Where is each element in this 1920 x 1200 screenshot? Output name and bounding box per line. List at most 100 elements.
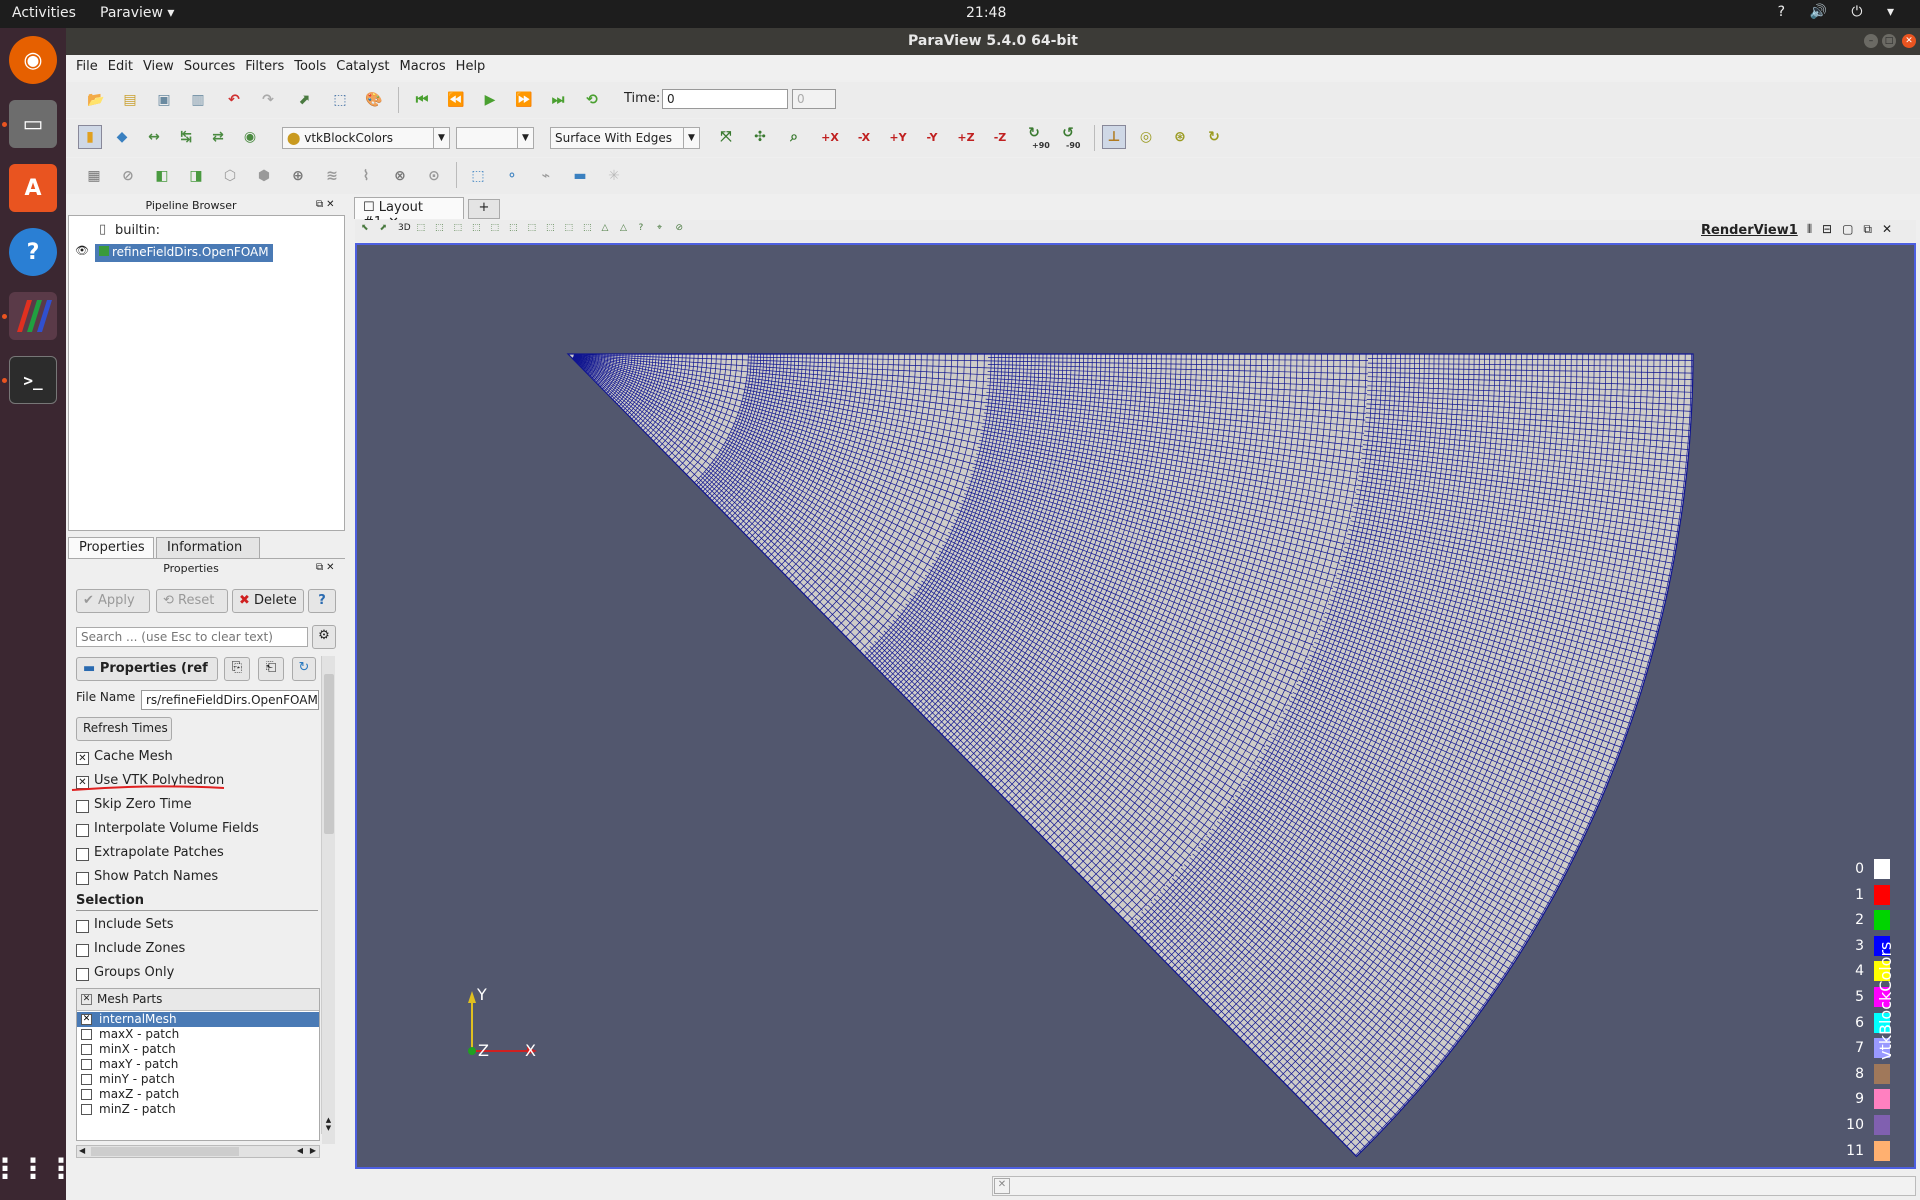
reset-camera-icon[interactable]: ⤧ — [714, 125, 738, 149]
color-by-select[interactable]: ⬤ vtkBlockColors ▼ — [282, 127, 450, 149]
redo-icon[interactable]: ↷ — [256, 88, 280, 112]
system-tray[interactable]: ? 🔊 ⏻ ▾ — [1778, 4, 1904, 20]
loop-icon[interactable]: ⟲ — [580, 88, 604, 112]
terminal-icon[interactable]: >_ — [9, 356, 57, 404]
checkbox-skip-zero-time[interactable] — [76, 800, 89, 813]
edit-colormap-icon[interactable]: ◆ — [110, 125, 134, 149]
activities-button[interactable]: Activities — [12, 5, 76, 21]
minimize-icon[interactable]: – — [1864, 34, 1878, 48]
list-item[interactable]: minX - patch — [77, 1042, 319, 1057]
view-minus-x-icon[interactable]: -X — [852, 125, 876, 149]
reset-button[interactable]: ⟲ Reset — [156, 589, 228, 613]
extract-subset-icon[interactable]: ⬢ — [252, 164, 276, 188]
checkbox-groups-only[interactable] — [76, 968, 89, 981]
undo-icon[interactable]: ↶ — [222, 88, 246, 112]
tab-information[interactable]: Information — [156, 537, 260, 558]
rescale-range-icon[interactable]: ↔ — [142, 125, 166, 149]
save-data-icon[interactable]: ▣ — [152, 88, 176, 112]
contour-icon[interactable]: ⊘ — [116, 164, 140, 188]
toggle-interaction-icon[interactable]: ⬈ — [380, 223, 388, 233]
menu-help[interactable]: Help — [446, 55, 486, 74]
tab-properties[interactable]: Properties — [68, 537, 154, 558]
header-checkbox[interactable]: ✕ — [81, 994, 92, 1005]
help-button[interactable]: ? — [308, 589, 336, 613]
checkbox-include-sets[interactable] — [76, 920, 89, 933]
select-cells-icon[interactable]: ⬚ — [466, 164, 490, 188]
paraview-icon[interactable] — [9, 292, 57, 340]
render-view[interactable]: Y Z X — [355, 243, 1916, 1169]
clear-selection-icon[interactable]: ⌖ — [657, 223, 662, 233]
hover-cells-icon[interactable]: ⬚ — [565, 223, 574, 233]
show-center-icon[interactable]: ◎ — [1134, 125, 1158, 149]
mesh-part-checkbox[interactable] — [81, 1089, 92, 1100]
reset-camera-icon[interactable]: ⬉ — [361, 223, 369, 233]
time-step-spinbox[interactable]: 0 — [792, 89, 836, 109]
connect-icon[interactable]: ⬈ — [292, 88, 316, 112]
reload-icon[interactable]: ↻ — [292, 657, 316, 681]
file-name-field[interactable]: rs/refineFieldDirs.OpenFOAM — [141, 690, 319, 710]
calculator-icon[interactable]: ▦ — [82, 164, 106, 188]
play-icon[interactable]: ▶ — [478, 88, 502, 112]
menu-filters[interactable]: Filters — [235, 55, 284, 74]
scroll-right-icon[interactable]: ▶ — [310, 1146, 316, 1155]
list-item[interactable]: maxZ - patch — [77, 1087, 319, 1102]
menu-tools[interactable]: Tools — [284, 55, 326, 74]
reset-center-icon[interactable]: ⊛ — [1168, 125, 1192, 149]
settings-gear-icon[interactable]: ⚙ — [312, 625, 336, 649]
apply-button[interactable]: ✔ Apply — [76, 589, 150, 613]
list-item[interactable]: maxX - patch — [77, 1027, 319, 1042]
first-frame-icon[interactable]: ⏮ — [410, 88, 434, 112]
checkbox-extrapolate-patches[interactable] — [76, 848, 89, 861]
view-plus-z-icon[interactable]: +Z — [954, 125, 978, 149]
pipeline-root[interactable]: builtin: — [115, 223, 160, 238]
mesh-parts-scrollbar[interactable]: ▲ ▼ — [322, 1116, 335, 1144]
pick-center-icon[interactable]: ↻ — [1202, 125, 1226, 149]
close-icon[interactable]: ✕ — [1902, 34, 1916, 48]
select-cells-through-icon[interactable]: ⬚ — [454, 223, 463, 233]
files-icon[interactable]: ▭ — [9, 100, 57, 148]
grow-selection-icon[interactable]: △ — [620, 223, 627, 233]
search-input[interactable] — [76, 627, 308, 647]
scroll-left-icon-2[interactable]: ◀ — [297, 1146, 303, 1155]
palette-icon[interactable]: 🎨 — [362, 88, 386, 112]
extract-level-icon[interactable]: ⊙ — [422, 164, 446, 188]
threshold-icon[interactable]: ⬡ — [218, 164, 242, 188]
plot-selection-icon[interactable]: ⌁ — [534, 164, 558, 188]
hover-points-icon[interactable]: ⬚ — [546, 223, 555, 233]
view-plus-y-icon[interactable]: +Y — [886, 125, 910, 149]
menu-file[interactable]: File — [66, 55, 98, 74]
horizontal-scrollbar[interactable]: ◀ ◀ ▶ — [76, 1145, 320, 1158]
help-icon[interactable]: ? — [9, 228, 57, 276]
delete-button[interactable]: ✖ Delete — [232, 589, 304, 613]
properties-dock-buttons[interactable]: ⧉✕ — [316, 562, 338, 573]
rescale-temporal-icon[interactable]: ⇄ — [206, 125, 230, 149]
toggle-color-legend-icon[interactable]: ▮ — [78, 125, 102, 149]
zoom-to-data-icon[interactable]: ✣ — [748, 125, 772, 149]
paste-properties-icon[interactable]: ⎗ — [258, 657, 284, 681]
list-item[interactable]: ✕ internalMesh — [77, 1012, 319, 1027]
view-plus-x-icon[interactable]: +X — [818, 125, 842, 149]
menu-view[interactable]: View — [133, 55, 174, 74]
stream-tracer-icon[interactable]: ≋ — [320, 164, 344, 188]
mesh-part-checkbox[interactable] — [81, 1044, 92, 1055]
show-apps-icon[interactable]: ⋮⋮⋮ — [0, 1144, 75, 1192]
rescale-visible-icon[interactable]: ◉ — [238, 125, 262, 149]
mesh-parts-header[interactable]: ✕ Mesh Parts — [77, 989, 319, 1011]
disconnect-icon[interactable]: ⬚ — [328, 88, 352, 112]
software-center-icon[interactable]: A — [9, 164, 57, 212]
checkbox-cache-mesh[interactable]: ✕ — [76, 752, 89, 765]
component-select[interactable]: ▼ — [456, 127, 534, 149]
mesh-part-checkbox[interactable]: ✕ — [81, 1014, 92, 1025]
select-polygon-cells-icon[interactable]: ⬚ — [583, 223, 592, 233]
representation-select[interactable]: Surface With Edges ▼ — [550, 127, 700, 149]
save-state-icon[interactable]: ▥ — [186, 88, 210, 112]
open-icon[interactable]: 📂 — [84, 88, 108, 112]
scrollbar-thumb[interactable] — [324, 674, 334, 834]
slice-icon[interactable]: ◨ — [184, 164, 208, 188]
scrollbar-thumb[interactable] — [91, 1147, 239, 1156]
previous-frame-icon[interactable]: ⏪ — [444, 88, 468, 112]
eye-icon[interactable]: 👁 — [75, 244, 89, 257]
properties-section-toggle[interactable]: ▬ Properties (ref — [76, 657, 218, 681]
toggle-3d-icon[interactable]: 3D — [398, 223, 411, 233]
select-cells-on-icon[interactable]: ⬚ — [417, 223, 426, 233]
